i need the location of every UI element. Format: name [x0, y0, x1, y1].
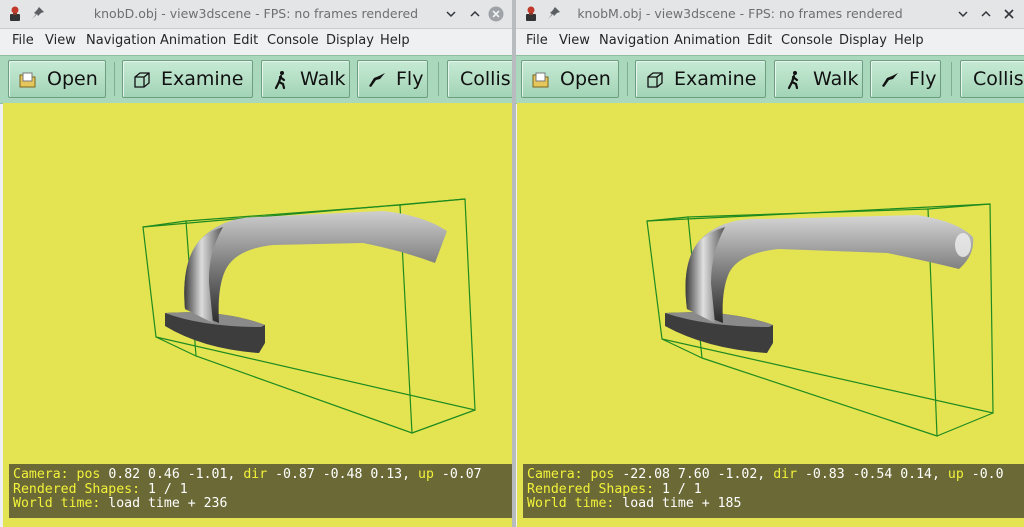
menu-animation[interactable]: Animation: [160, 33, 226, 48]
camera-line: Camera: pos -22.08 7.60 -1.02, dir -0.83…: [527, 467, 1024, 483]
menu-view[interactable]: View: [559, 33, 590, 48]
dir-label: dir: [243, 467, 268, 482]
camera-label: Camera:: [527, 467, 583, 482]
shapes-line: Rendered Shapes: 1 / 1: [527, 481, 1024, 498]
3d-viewport[interactable]: Camera: pos -22.08 7.60 -1.02, dir -0.83…: [517, 103, 1024, 527]
pos-value: -22.08 7.60 -1.02,: [622, 467, 766, 482]
fly-button[interactable]: Fly: [357, 60, 428, 98]
chevron-up-icon[interactable]: [467, 6, 483, 22]
examine-label: Examine: [161, 68, 244, 90]
shapes-line: Rendered Shapes: 1 / 1: [13, 481, 512, 498]
camera-label: Camera:: [13, 467, 69, 482]
pos-label: pos: [590, 467, 615, 482]
open-button[interactable]: Open: [521, 60, 619, 98]
door-handle-model: [165, 211, 448, 353]
menu-file[interactable]: File: [12, 33, 34, 48]
walk-button[interactable]: Walk: [261, 60, 350, 98]
walking-person-icon: [787, 71, 799, 90]
3d-viewport[interactable]: Camera: pos 0.82 0.46 -1.01, dir -0.87 -…: [3, 103, 512, 527]
toolbar: Open Examine Walk Fly Collis: [0, 55, 512, 104]
window-title: knobD.obj - view3dscene - FPS: no frames…: [93, 6, 419, 21]
fly-label: Fly: [909, 68, 937, 90]
menu-console[interactable]: Console: [267, 33, 319, 48]
collisions-label: Collis: [460, 68, 511, 90]
cube-icon: [134, 72, 150, 88]
menu-help[interactable]: Help: [380, 33, 410, 48]
chevron-down-icon[interactable]: [955, 6, 971, 22]
close-icon[interactable]: [1001, 6, 1017, 22]
status-overlay: Camera: pos 0.82 0.46 -1.01, dir -0.87 -…: [9, 464, 512, 518]
bird-icon: [369, 73, 385, 87]
up-value: -0.0: [971, 467, 1004, 482]
up-value: -0.07: [441, 467, 482, 482]
up-label: up: [418, 467, 434, 482]
toolbar-separator: [951, 62, 952, 96]
dir-value: -0.83 -0.54 0.14,: [804, 467, 940, 482]
pos-label: pos: [76, 467, 101, 482]
close-icon[interactable]: [488, 6, 504, 22]
walking-person-icon: [274, 71, 286, 90]
menu-help[interactable]: Help: [894, 33, 924, 48]
menu-navigation[interactable]: Navigation: [86, 33, 156, 48]
examine-label: Examine: [674, 68, 757, 90]
folder-icon: [19, 72, 36, 88]
title-bar[interactable]: knobM.obj - view3dscene - FPS: no frames…: [516, 0, 1024, 29]
toolbar-separator: [438, 62, 439, 96]
shapes-label: Rendered Shapes:: [13, 481, 141, 497]
collisions-button[interactable]: Collis: [960, 60, 1024, 98]
shapes-value: 1 / 1: [662, 481, 702, 497]
open-button[interactable]: Open: [8, 60, 106, 98]
menu-navigation[interactable]: Navigation: [599, 33, 669, 48]
window-knobm: knobM.obj - view3dscene - FPS: no frames…: [516, 0, 1024, 527]
bird-icon: [882, 73, 898, 87]
walk-label: Walk: [813, 68, 859, 90]
menu-bar: File View Navigation Animation Edit Cons…: [0, 29, 512, 54]
pos-value: 0.82 0.46 -1.01,: [108, 467, 236, 482]
time-value: load time + 236: [108, 496, 228, 512]
shapes-label: Rendered Shapes:: [527, 481, 655, 497]
menu-edit[interactable]: Edit: [233, 33, 258, 48]
toolbar: Open Examine Walk Fly Collis: [516, 55, 1024, 104]
cube-icon: [647, 72, 663, 88]
up-label: up: [947, 467, 964, 482]
time-line: World time: load time + 236: [13, 496, 512, 512]
collisions-button[interactable]: Collis: [447, 60, 512, 98]
time-line: World time: load time + 185: [527, 496, 1024, 512]
toolbar-separator: [114, 62, 115, 96]
menu-display[interactable]: Display: [326, 33, 374, 48]
menu-file[interactable]: File: [526, 33, 548, 48]
window-knobd: knobD.obj - view3dscene - FPS: no frames…: [0, 0, 512, 527]
shapes-value: 1 / 1: [148, 481, 188, 497]
chevron-up-icon[interactable]: [978, 6, 994, 22]
walk-button[interactable]: Walk: [774, 60, 863, 98]
status-overlay: Camera: pos -22.08 7.60 -1.02, dir -0.83…: [523, 464, 1024, 518]
menu-display[interactable]: Display: [839, 33, 887, 48]
toolbar-separator: [627, 62, 628, 96]
camera-line: Camera: pos 0.82 0.46 -1.01, dir -0.87 -…: [13, 467, 512, 483]
walk-label: Walk: [300, 68, 346, 90]
dir-label: dir: [773, 467, 798, 482]
time-label: World time:: [13, 496, 101, 512]
time-value: load time + 185: [622, 496, 742, 512]
open-label: Open: [560, 68, 611, 90]
door-handle-model: [665, 215, 974, 353]
menu-animation[interactable]: Animation: [674, 33, 740, 48]
window-title: knobM.obj - view3dscene - FPS: no frames…: [577, 6, 903, 21]
collisions-label: Collis: [973, 68, 1024, 90]
menu-console[interactable]: Console: [781, 33, 833, 48]
title-bar[interactable]: knobD.obj - view3dscene - FPS: no frames…: [0, 0, 512, 29]
menu-view[interactable]: View: [45, 33, 76, 48]
menu-bar: File View Navigation Animation Edit Cons…: [516, 29, 1024, 54]
folder-icon: [532, 72, 549, 88]
time-label: World time:: [527, 496, 615, 512]
menu-edit[interactable]: Edit: [747, 33, 772, 48]
dir-value: -0.87 -0.48 0.13,: [275, 467, 411, 482]
examine-button[interactable]: Examine: [122, 60, 253, 98]
open-label: Open: [47, 68, 98, 90]
fly-label: Fly: [396, 68, 424, 90]
fly-button[interactable]: Fly: [870, 60, 941, 98]
chevron-down-icon[interactable]: [443, 6, 459, 22]
examine-button[interactable]: Examine: [635, 60, 766, 98]
